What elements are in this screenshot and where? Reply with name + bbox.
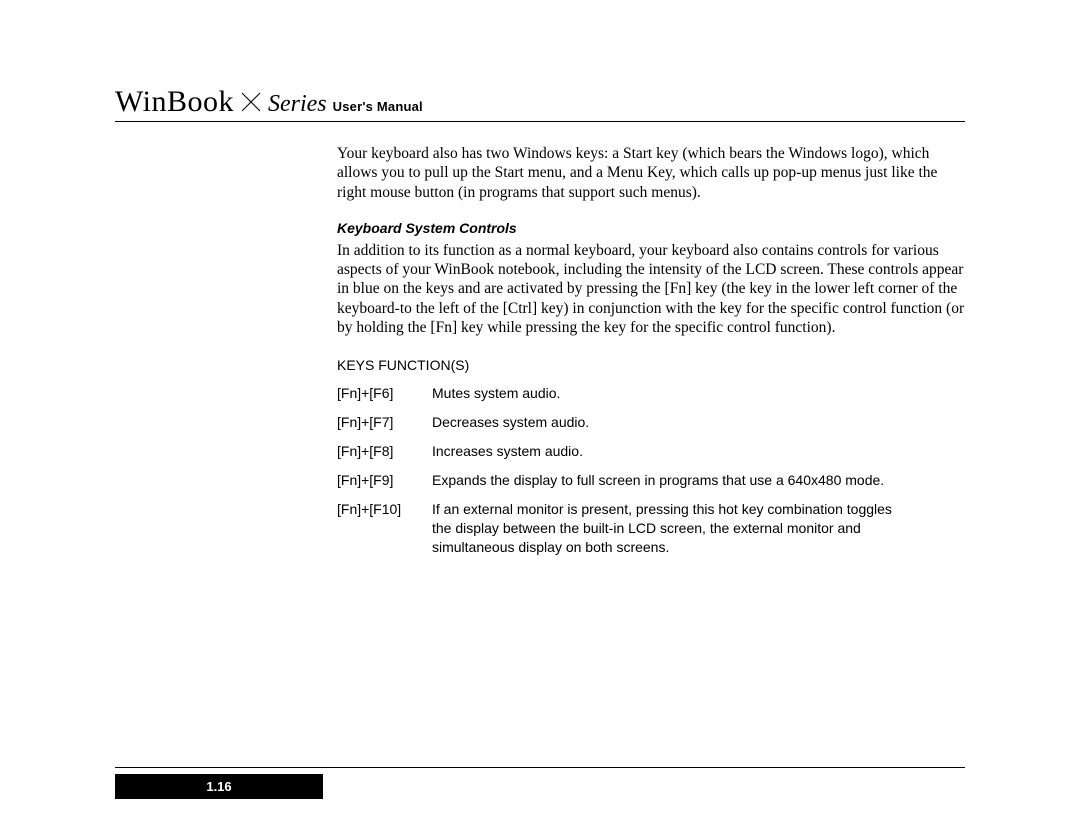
- manual-page: WinBook Series User's Manual Your keyboa…: [0, 0, 1080, 557]
- table-row: [Fn]+[F8] Increases system audio.: [337, 442, 965, 461]
- table-row: [Fn]+[F7] Decreases system audio.: [337, 413, 965, 432]
- manual-label: User's Manual: [333, 99, 423, 114]
- function-cell: Decreases system audio.: [432, 413, 965, 432]
- intro-paragraph: Your keyboard also has two Windows keys:…: [337, 144, 965, 202]
- function-cell: Increases system audio.: [432, 442, 965, 461]
- section-heading: Keyboard System Controls: [337, 220, 965, 238]
- function-cell: Mutes system audio.: [432, 384, 965, 403]
- keys-table: KEYS FUNCTION(S) [Fn]+[F6] Mutes system …: [337, 356, 965, 557]
- function-cell: Expands the display to full screen in pr…: [432, 471, 965, 490]
- x-divider-icon: [240, 91, 262, 118]
- header: WinBook Series User's Manual: [115, 85, 965, 122]
- page-number: 1.16: [115, 774, 323, 799]
- table-row: [Fn]+[F10] If an external monitor is pre…: [337, 500, 965, 557]
- key-cell: [Fn]+[F6]: [337, 384, 432, 403]
- brand-logo: WinBook: [115, 85, 234, 119]
- key-cell: [Fn]+[F8]: [337, 442, 432, 461]
- table-header: KEYS FUNCTION(S): [337, 356, 965, 375]
- table-row: [Fn]+[F9] Expands the display to full sc…: [337, 471, 965, 490]
- key-cell: [Fn]+[F9]: [337, 471, 432, 490]
- body-content: Your keyboard also has two Windows keys:…: [337, 144, 965, 557]
- table-row: [Fn]+[F6] Mutes system audio.: [337, 384, 965, 403]
- key-cell: [Fn]+[F7]: [337, 413, 432, 432]
- key-cell: [Fn]+[F10]: [337, 500, 432, 557]
- footer: 1.16: [115, 767, 965, 799]
- footer-rule: [115, 767, 965, 768]
- function-cell: If an external monitor is present, press…: [432, 500, 965, 557]
- section-paragraph: In addition to its function as a normal …: [337, 241, 965, 338]
- series-label: Series: [268, 91, 327, 118]
